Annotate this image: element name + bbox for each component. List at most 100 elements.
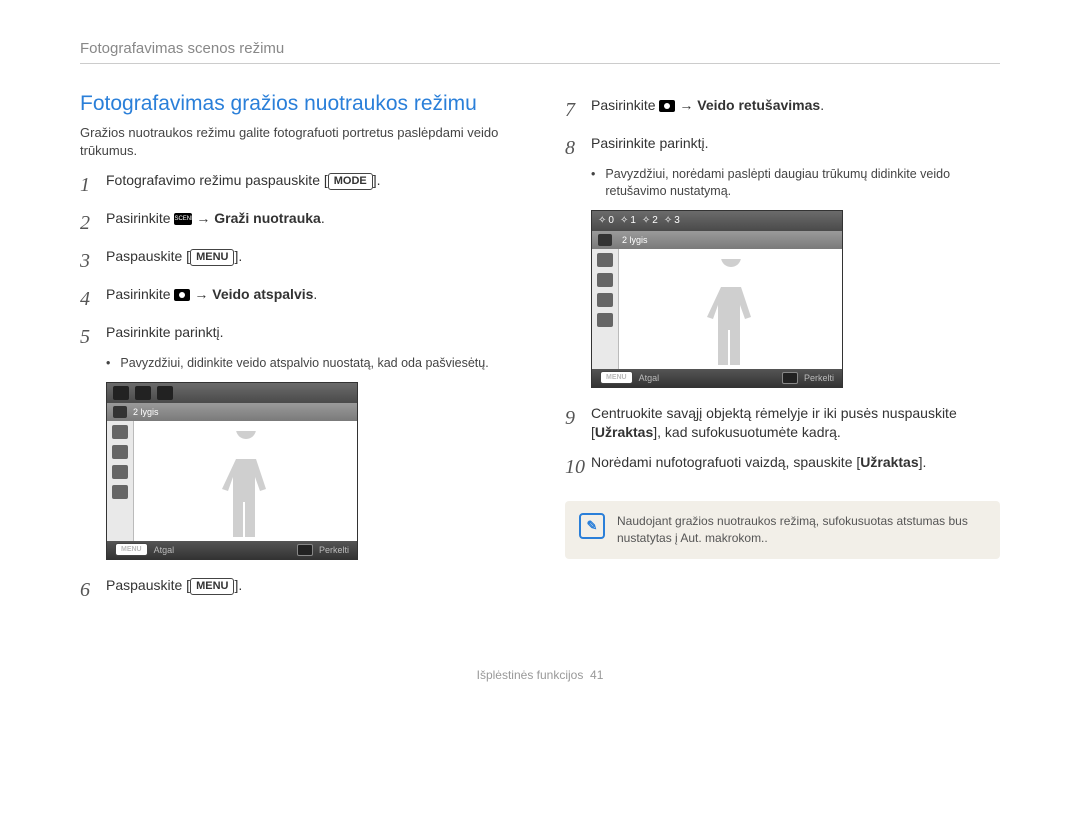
step-3: 3 Paspauskite [MENU]. <box>80 247 515 275</box>
scene-icon: SCENE <box>174 213 192 225</box>
person-silhouette-icon <box>211 431 281 541</box>
step-number: 5 <box>80 323 106 351</box>
step-8: 8 Pasirinkite parinktį. <box>565 134 1000 162</box>
step-text: Pasirinkite <box>591 97 659 113</box>
fraction-3-icon: ✧3 <box>664 215 680 226</box>
screen-subbar: 2 lygis <box>592 231 842 249</box>
footer-label: Išplėstinės funkcijos <box>477 668 584 682</box>
step-number: 9 <box>565 404 591 432</box>
step-text: Paspauskite [ <box>106 248 190 264</box>
step-number: 10 <box>565 453 591 481</box>
menu-button-label: MENU <box>190 249 234 266</box>
step-10: 10 Norėdami nufotografuoti vaizdą, spaus… <box>565 453 1000 481</box>
sidebar-icon <box>112 445 128 459</box>
step-text: . <box>313 286 317 302</box>
toolbar-icon <box>113 386 129 400</box>
fraction-2-icon: ✧2 <box>642 215 658 226</box>
toolbar-icon <box>135 386 151 400</box>
step-text: ]. <box>373 172 381 188</box>
step-5-note: Pavyzdžiui, didinkite veido atspalvio nu… <box>106 355 515 372</box>
screen-subbar: 2 lygis <box>107 403 357 421</box>
person-silhouette-icon <box>696 259 766 369</box>
step-number: 2 <box>80 209 106 237</box>
move-label: Perkelti <box>319 545 349 555</box>
camera-screen-2: ✧0 ✧1 ✧2 ✧3 2 lygis <box>591 210 843 388</box>
screen-topbar <box>107 383 357 403</box>
step-6: 6 Paspauskite [MENU]. <box>80 576 515 604</box>
footer-page: 41 <box>590 668 603 682</box>
step-text: Norėdami nufotografuoti vaizdą, spauskit… <box>591 454 860 470</box>
screen-footer: MENU Atgal Perkelti <box>107 541 357 559</box>
step-text: ]. <box>234 248 242 264</box>
step-bold: Užraktas <box>860 454 918 470</box>
step-8-note: Pavyzdžiui, norėdami paslėpti daugiau tr… <box>591 166 1000 200</box>
screen-footer: MENUAtgal Perkelti <box>592 369 842 387</box>
step-text: ], kad sufokusuotumėte kadrą. <box>653 424 841 440</box>
mode-button-label: MODE <box>328 173 373 190</box>
fraction-0-icon: ✧0 <box>598 215 614 226</box>
note-box: ✎ Naudojant gražios nuotraukos režimą, s… <box>565 501 1000 559</box>
step-text: . <box>321 210 325 226</box>
screen-topbar: ✧0 ✧1 ✧2 ✧3 <box>592 211 842 231</box>
step-bold: Veido atspalvis <box>212 286 313 302</box>
step-text: ]. <box>919 454 927 470</box>
toolbar-icon <box>157 386 173 400</box>
step-number: 8 <box>565 134 591 162</box>
step-text: . <box>820 97 824 113</box>
left-column: Fotografavimas gražios nuotraukos režimu… <box>80 92 515 608</box>
menu-small-icon: MENU <box>600 371 633 384</box>
level-label: 2 lygis <box>622 235 648 245</box>
arrow: → <box>192 210 214 226</box>
screen-sidebar <box>107 421 134 541</box>
camera-screen-1: 2 lygis MENU Atgal <box>106 382 358 560</box>
step-2: 2 Pasirinkite SCENE → Graži nuotrauka. <box>80 209 515 237</box>
sidebar-icon <box>112 485 128 499</box>
step-number: 7 <box>565 96 591 124</box>
sidebar-icon <box>597 273 613 287</box>
fraction-1-icon: ✧1 <box>620 215 636 226</box>
menu-small-icon: MENU <box>115 543 148 556</box>
step-4: 4 Pasirinkite → Veido atspalvis. <box>80 285 515 313</box>
step-text: Pasirinkite parinktį. <box>106 323 515 343</box>
right-column: 7 Pasirinkite → Veido retušavimas. 8 Pas… <box>565 92 1000 608</box>
level-icon <box>113 406 127 418</box>
step-number: 6 <box>80 576 106 604</box>
sidebar-icon <box>112 425 128 439</box>
sidebar-icon <box>597 253 613 267</box>
step-1: 1 Fotografavimo režimu paspauskite [MODE… <box>80 171 515 199</box>
step-bold: Graži nuotrauka <box>214 210 321 226</box>
step-bold: Veido retušavimas <box>697 97 820 113</box>
page-footer: Išplėstinės funkcijos 41 <box>80 668 1000 682</box>
step-9: 9 Centruokite savąjį objektą rėmelyje ir… <box>565 404 1000 443</box>
substep-text: Pavyzdžiui, didinkite veido atspalvio nu… <box>120 355 488 372</box>
arrow: → <box>675 97 697 113</box>
step-number: 4 <box>80 285 106 313</box>
nav-icon <box>297 544 313 556</box>
substep-text: Pavyzdžiui, norėdami paslėpti daugiau tr… <box>605 166 1000 200</box>
level-icon <box>598 234 612 246</box>
level-label: 2 lygis <box>133 407 159 417</box>
info-icon: ✎ <box>579 513 605 539</box>
sidebar-icon <box>112 465 128 479</box>
step-text: ]. <box>234 577 242 593</box>
nav-icon <box>782 372 798 384</box>
screen-sidebar <box>592 249 619 369</box>
sidebar-icon <box>597 313 613 327</box>
screen-preview <box>134 421 357 541</box>
camera-icon <box>659 100 675 112</box>
menu-button-label: MENU <box>190 578 234 595</box>
breadcrumb: Fotografavimas scenos režimu <box>80 40 1000 64</box>
back-label: Atgal <box>154 545 175 555</box>
back-label: Atgal <box>639 373 660 383</box>
step-text: Fotografavimo režimu paspauskite [ <box>106 172 328 188</box>
step-number: 3 <box>80 247 106 275</box>
step-5: 5 Pasirinkite parinktį. <box>80 323 515 351</box>
step-text: Pasirinkite <box>106 210 174 226</box>
arrow: → <box>190 286 212 302</box>
step-bold: Užraktas <box>595 424 653 440</box>
step-text: Pasirinkite <box>106 286 174 302</box>
section-title: Fotografavimas gražios nuotraukos režimu <box>80 92 515 116</box>
step-text: Pasirinkite parinktį. <box>591 134 1000 154</box>
camera-icon <box>174 289 190 301</box>
screen-preview <box>619 249 842 369</box>
